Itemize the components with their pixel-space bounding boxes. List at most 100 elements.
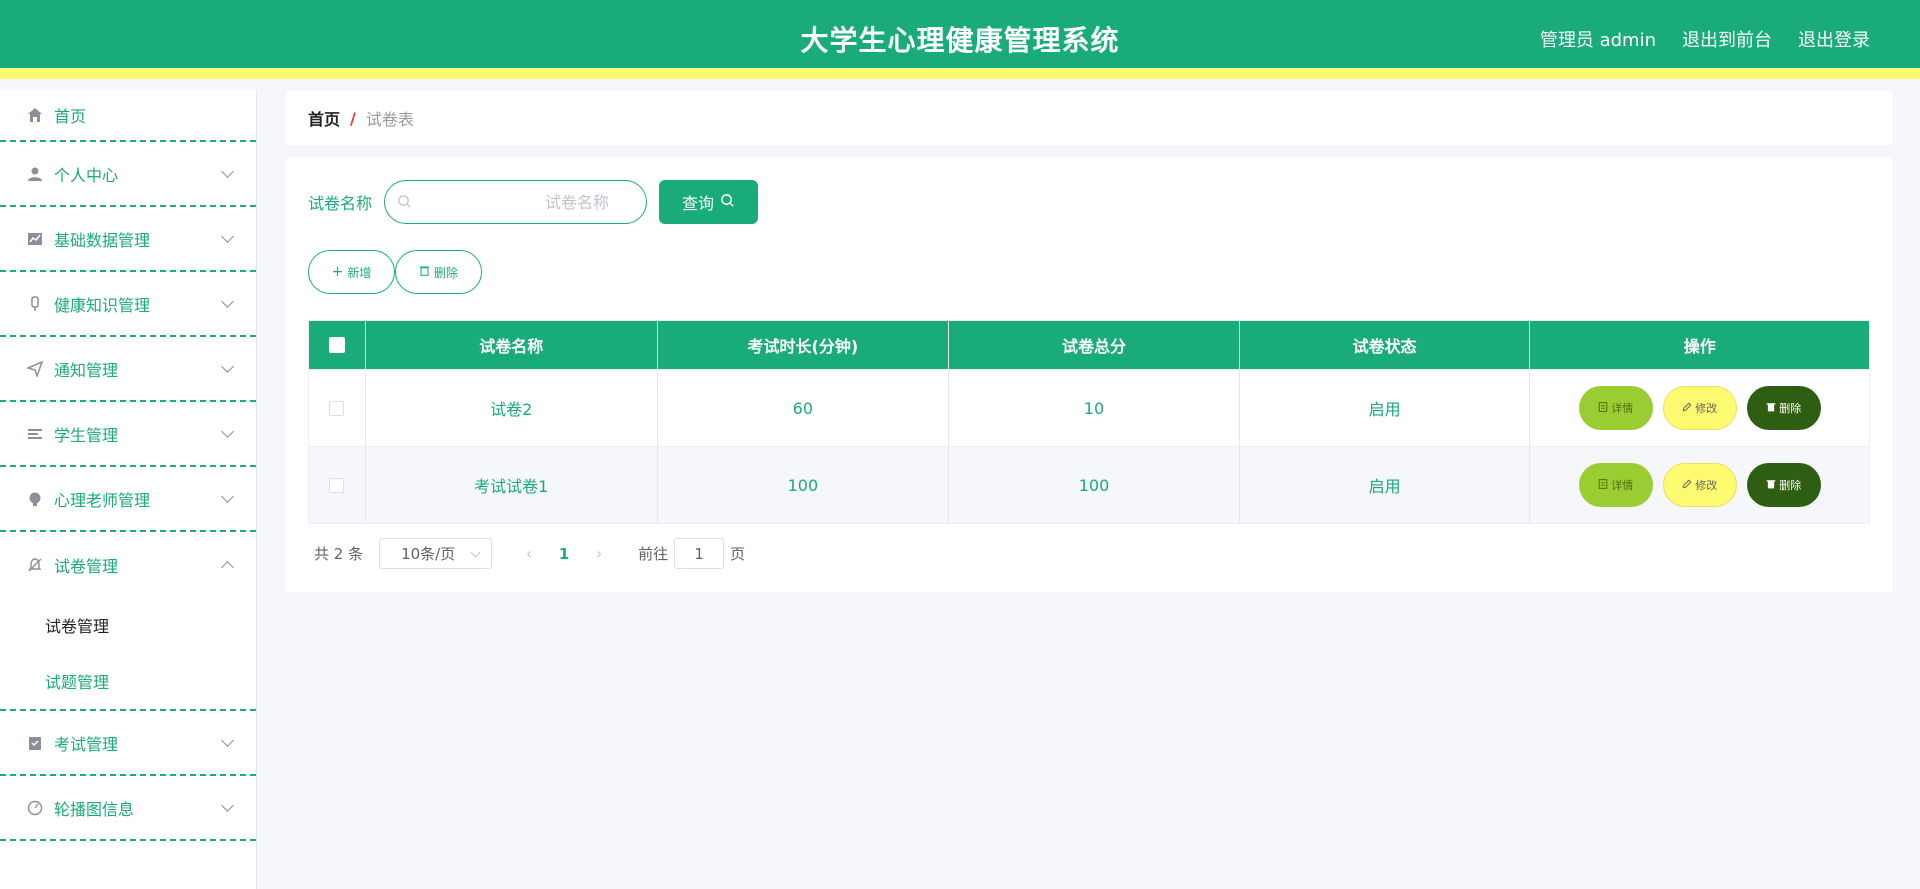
- sidebar: 首页 个人中心 基础数据管理 健康知识管理 通知管理 学生管理 心理老师管理 试…: [0, 90, 257, 889]
- search-row: 试卷名称 查询: [308, 180, 759, 224]
- goto-suffix: 页: [730, 545, 746, 563]
- delete-button-label: 删除: [1779, 402, 1802, 415]
- sidebar-item-label: 个人中心: [54, 165, 119, 185]
- top-header: 大学生心理健康管理系统 管理员 admin 退出到前台 退出登录: [0, 0, 1920, 79]
- bulb-icon: [26, 490, 44, 508]
- action-row: + 新增 删除: [308, 250, 482, 294]
- batch-delete-button[interactable]: 删除: [395, 250, 482, 294]
- detail-button[interactable]: 详情: [1578, 386, 1653, 430]
- header-operations: 操作: [1683, 337, 1716, 356]
- delete-button[interactable]: 删除: [1746, 463, 1821, 507]
- cell-operations: 详情 修改 删除: [1530, 447, 1869, 523]
- edit-button[interactable]: 修改: [1662, 463, 1737, 507]
- main-panel: 试卷名称 查询 + 新增 删除: [286, 158, 1892, 592]
- edit-button-label: 修改: [1695, 479, 1718, 492]
- chevron-down-icon: [221, 424, 234, 438]
- sidebar-item-students[interactable]: 学生管理: [0, 402, 256, 467]
- cell-total-score: 10: [949, 370, 1240, 446]
- cell-paper-name: 考试试卷1: [366, 447, 658, 523]
- sidebar-item-label: 健康知识管理: [54, 295, 151, 315]
- pagination-total: 共 2 条: [314, 545, 364, 563]
- select-all-checkbox[interactable]: [328, 337, 345, 353]
- search-label: 试卷名称: [308, 194, 373, 213]
- chevron-down-icon: [221, 733, 234, 747]
- page-size-select[interactable]: 10条/页: [379, 538, 493, 569]
- row-select-cell: [309, 370, 366, 446]
- breadcrumb: 首页 / 试卷表: [286, 91, 1892, 145]
- cell-operations: 详情 修改 删除: [1530, 370, 1869, 446]
- query-button-label: 查询: [682, 194, 715, 213]
- cell-total-score: 100: [949, 447, 1240, 523]
- sidebar-item-carousel[interactable]: 轮播图信息: [0, 776, 256, 841]
- cell-status: 启用: [1240, 370, 1531, 446]
- add-button[interactable]: + 新增: [308, 250, 395, 294]
- header-status: 试卷状态: [1240, 321, 1531, 369]
- search-icon: [397, 194, 412, 213]
- cell-paper-name: 试卷2: [366, 370, 658, 446]
- sidebar-item-personal-center[interactable]: 个人中心: [0, 142, 256, 207]
- logout-link[interactable]: 退出登录: [1798, 26, 1870, 52]
- chevron-down-icon: [221, 229, 234, 243]
- trash-icon: [419, 265, 430, 279]
- document-icon: [1598, 401, 1608, 415]
- sidebar-item-label: 轮播图信息: [54, 799, 135, 819]
- row-checkbox[interactable]: [329, 400, 345, 416]
- sidebar-item-health-knowledge[interactable]: 健康知识管理: [0, 272, 256, 337]
- add-button-label: 新增: [347, 265, 372, 280]
- sidebar-item-base-data[interactable]: 基础数据管理: [0, 207, 256, 272]
- detail-button[interactable]: 详情: [1578, 463, 1653, 507]
- query-button[interactable]: 查询: [659, 180, 759, 224]
- sidebar-item-home[interactable]: 首页: [0, 90, 256, 142]
- delete-button-label: 删除: [433, 265, 458, 280]
- microphone-icon: [26, 295, 44, 313]
- table-row: 考试试卷1 100 100 启用 详情 修改 删除: [309, 446, 1869, 523]
- chevron-down-icon: [221, 798, 234, 812]
- header-paper-name: 试卷名称: [366, 321, 658, 369]
- admin-user-label[interactable]: 管理员 admin: [1540, 26, 1656, 52]
- submenu-item-paper-management[interactable]: 试卷管理: [0, 597, 256, 653]
- trash-icon: [1766, 402, 1776, 415]
- chevron-down-icon: [221, 489, 234, 503]
- search-input[interactable]: [421, 181, 642, 223]
- table-row: 试卷2 60 10 启用 详情 修改 删除: [309, 369, 1869, 446]
- edit-button-label: 修改: [1695, 402, 1718, 415]
- to-front-link[interactable]: 退出到前台: [1682, 26, 1772, 52]
- pagination: 共 2 条 10条/页 ‹ 1 › 前往 页: [314, 538, 745, 569]
- delete-button[interactable]: 删除: [1746, 386, 1821, 430]
- header-duration: 考试时长(分钟): [658, 321, 950, 369]
- search-icon: [720, 193, 735, 212]
- sidebar-item-notice[interactable]: 通知管理: [0, 337, 256, 402]
- submenu-item-question-management[interactable]: 试题管理: [0, 653, 256, 709]
- goto-prefix: 前往: [638, 545, 669, 563]
- breadcrumb-home[interactable]: 首页: [308, 106, 340, 130]
- cell-duration: 60: [658, 370, 950, 446]
- send-icon: [26, 360, 44, 378]
- header-actions: 管理员 admin 退出到前台 退出登录: [1540, 26, 1870, 52]
- goto-page-input[interactable]: [674, 538, 725, 569]
- sidebar-item-label: 基础数据管理: [54, 230, 151, 250]
- row-select-cell: [309, 447, 366, 523]
- sidebar-item-label: 考试管理: [54, 734, 119, 754]
- chevron-down-icon: [221, 359, 234, 373]
- sidebar-item-label: 学生管理: [54, 425, 119, 445]
- edit-icon: [1682, 402, 1692, 415]
- prev-page-button[interactable]: ‹: [514, 539, 544, 569]
- edit-button[interactable]: 修改: [1662, 386, 1737, 430]
- next-page-button[interactable]: ›: [584, 539, 614, 569]
- sidebar-item-label: 通知管理: [54, 360, 119, 380]
- sidebar-item-teachers[interactable]: 心理老师管理: [0, 467, 256, 532]
- sidebar-item-label: 心理老师管理: [54, 490, 151, 510]
- row-checkbox[interactable]: [329, 477, 345, 493]
- breadcrumb-separator: /: [350, 108, 356, 128]
- sidebar-item-exam[interactable]: 考试管理: [0, 711, 256, 776]
- clipboard-icon: [26, 734, 44, 752]
- sidebar-group-paper: 试卷管理 试卷管理 试题管理: [0, 532, 256, 711]
- sidebar-item-label: 首页: [54, 107, 87, 126]
- search-input-wrapper: [384, 180, 648, 224]
- header-total-score: 试卷总分: [949, 321, 1240, 369]
- detail-button-label: 详情: [1611, 479, 1634, 492]
- sidebar-item-paper-management[interactable]: 试卷管理: [0, 532, 256, 597]
- sidebar-item-label: 试卷管理: [54, 556, 119, 576]
- page-number-current[interactable]: 1: [544, 545, 584, 563]
- trash-icon: [1766, 479, 1776, 492]
